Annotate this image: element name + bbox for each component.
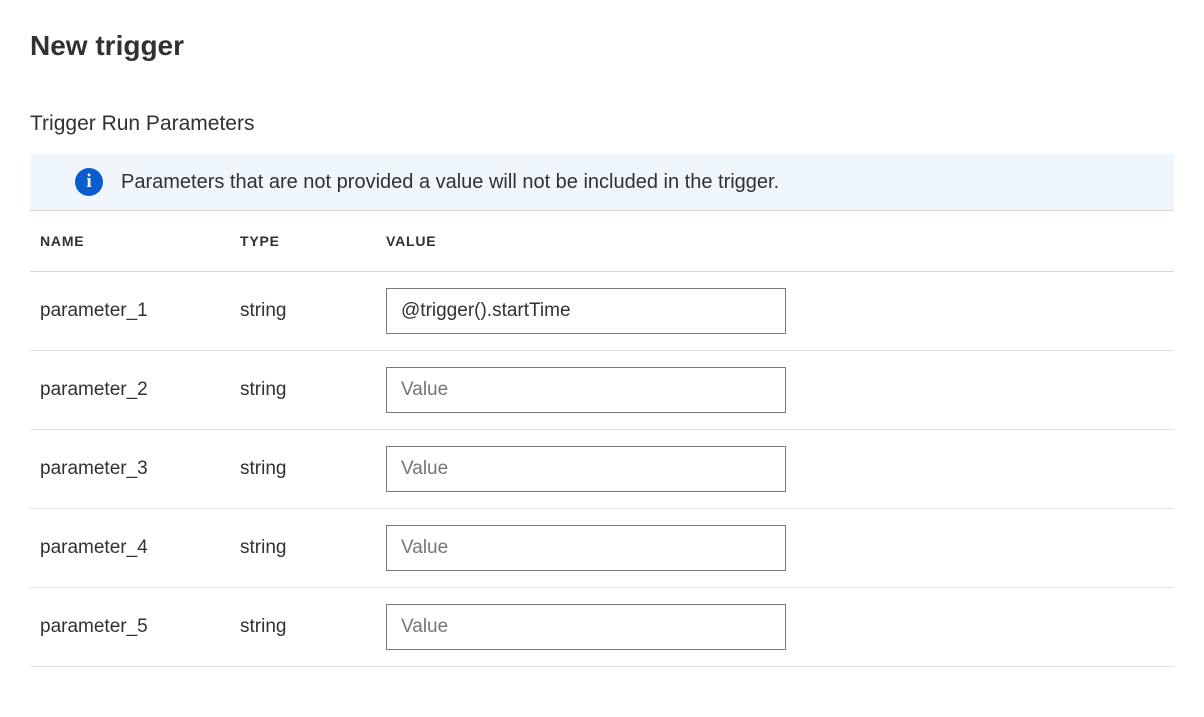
param-value-input[interactable] xyxy=(386,604,786,650)
param-type: string xyxy=(240,616,386,638)
param-type: string xyxy=(240,379,386,401)
param-name: parameter_4 xyxy=(40,537,240,559)
info-banner: i Parameters that are not provided a val… xyxy=(30,154,1174,211)
table-row: parameter_5 string xyxy=(30,588,1174,667)
section-title: Trigger Run Parameters xyxy=(30,112,1174,136)
header-value: VALUE xyxy=(386,233,1174,249)
table-row: parameter_3 string xyxy=(30,430,1174,509)
param-type: string xyxy=(240,300,386,322)
param-value-input[interactable] xyxy=(386,525,786,571)
param-value-input[interactable] xyxy=(386,446,786,492)
header-name: NAME xyxy=(40,233,240,249)
info-icon: i xyxy=(75,168,103,196)
header-type: TYPE xyxy=(240,233,386,249)
param-value-input[interactable] xyxy=(386,288,786,334)
page-title: New trigger xyxy=(30,30,1174,62)
table-row: parameter_1 string xyxy=(30,272,1174,351)
param-type: string xyxy=(240,458,386,480)
parameters-table: NAME TYPE VALUE parameter_1 string param… xyxy=(30,211,1174,667)
param-value-input[interactable] xyxy=(386,367,786,413)
param-name: parameter_5 xyxy=(40,616,240,638)
param-name: parameter_1 xyxy=(40,300,240,322)
table-row: parameter_2 string xyxy=(30,351,1174,430)
param-name: parameter_3 xyxy=(40,458,240,480)
table-header: NAME TYPE VALUE xyxy=(30,211,1174,272)
table-row: parameter_4 string xyxy=(30,509,1174,588)
info-message: Parameters that are not provided a value… xyxy=(121,171,779,194)
param-type: string xyxy=(240,537,386,559)
param-name: parameter_2 xyxy=(40,379,240,401)
